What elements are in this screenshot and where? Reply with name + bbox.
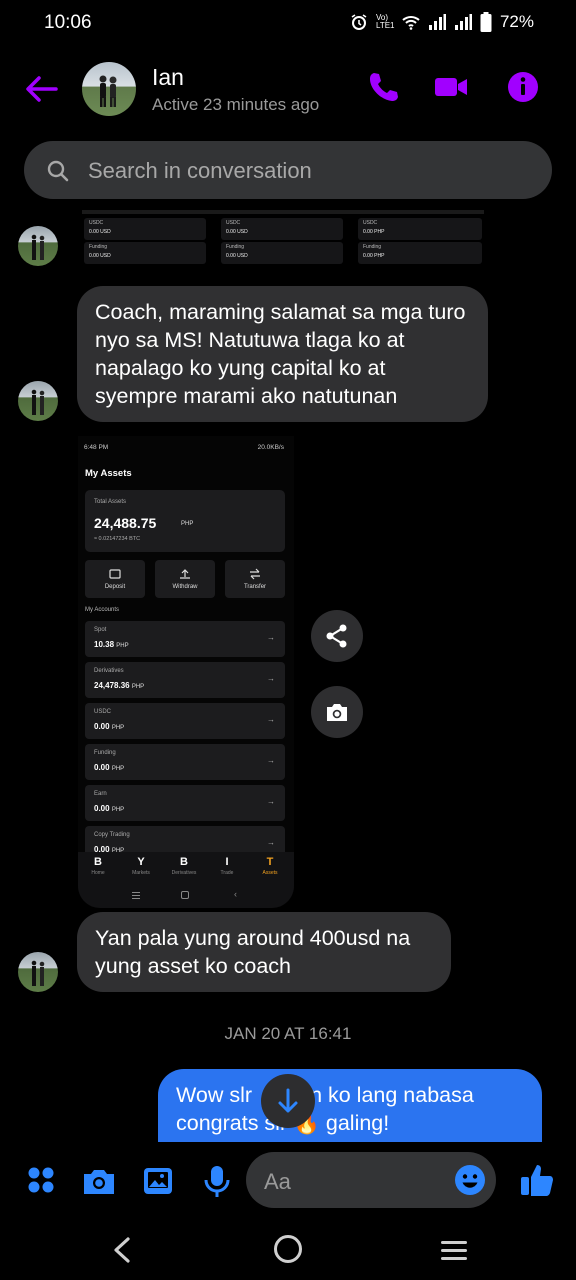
contact-name[interactable]: Ian: [152, 64, 184, 91]
share-icon: [326, 624, 347, 648]
ps-total-btc: ≈ 0.02147234 BTC: [94, 536, 141, 542]
status-icons: Vo) LTE1 72%: [350, 12, 534, 32]
avatar-people-icon: [31, 389, 45, 415]
ps-system-nav: ‹: [78, 884, 294, 908]
ps-account-row: Funding 0.00 PHP →: [85, 744, 285, 780]
avatar-people-icon: [31, 960, 45, 986]
message-input-placeholder: Aa: [264, 1169, 291, 1194]
ps-withdraw: Withdraw: [155, 560, 215, 598]
ps-title: My Assets: [85, 468, 132, 479]
ps-accounts-header: My Accounts: [85, 607, 120, 613]
mini-card-usdc-3: USDC 0.00 PHP: [358, 218, 482, 240]
mini-card-funding-2: Funding 0.00 USD: [221, 242, 343, 264]
wallet-icon: [109, 569, 121, 579]
ps-status-time: 6:48 PM: [84, 444, 109, 451]
mini-card-usdc-2: USDC 0.00 USD: [221, 218, 343, 240]
avatar: [18, 381, 58, 421]
share-button[interactable]: [311, 610, 363, 662]
like-thumbs-up-icon[interactable]: [518, 1160, 556, 1198]
microphone-icon[interactable]: [200, 1164, 234, 1198]
ps-total-card: Total Assets 24,488.75 PHP ≈ 0.02147234 …: [85, 490, 285, 552]
scroll-to-bottom-button[interactable]: [261, 1074, 315, 1128]
ps-account-row: Derivatives 24,478.36 PHP →: [85, 662, 285, 698]
signal-icon: [428, 14, 446, 30]
contact-active-status: Active 23 minutes ago: [152, 95, 320, 114]
info-icon[interactable]: [506, 70, 540, 104]
camera-icon[interactable]: [82, 1164, 116, 1198]
mini-card-usdc-1: USDC 0.00 USD: [84, 218, 206, 240]
mini-card-funding-1: Funding 0.00 USD: [84, 242, 206, 264]
system-back-icon[interactable]: [110, 1236, 134, 1264]
arrow-down-icon: [278, 1088, 298, 1113]
ps-account-row: USDC 0.00 PHP →: [85, 703, 285, 739]
ps-transfer: Transfer: [225, 560, 285, 598]
message-timestamp: JAN 20 AT 16:41: [224, 1024, 352, 1043]
apps-grid-icon[interactable]: [26, 1164, 60, 1198]
message-bubble-incoming[interactable]: Coach, maraming salamat sa mga turo nyo …: [77, 286, 488, 422]
gallery-icon[interactable]: [141, 1164, 175, 1198]
avatar: [18, 226, 58, 266]
contact-avatar[interactable]: [82, 62, 136, 116]
avatar-people-icon: [99, 75, 117, 107]
avatar: [18, 952, 58, 992]
network-label: Vo) LTE1: [375, 13, 395, 30]
battery-percent: 72%: [499, 12, 534, 31]
ps-total-value: 24,488.75: [94, 515, 157, 531]
upload-icon: [180, 569, 190, 579]
message-bubble-incoming[interactable]: Yan pala yung around 400usd na yung asse…: [77, 912, 451, 992]
alarm-icon: [351, 14, 367, 30]
shared-screenshot-image[interactable]: 6:48 PM 20.0KB/s My Assets Total Assets …: [78, 436, 294, 908]
status-time: 10:06: [44, 12, 92, 33]
search-input[interactable]: Search in conversation: [88, 158, 312, 184]
ps-status-speed: 20.0KB/s: [257, 444, 284, 451]
wifi-icon: [402, 16, 420, 30]
signal-icon-2: [454, 14, 472, 30]
ps-account-row: Spot 10.38 PHP →: [85, 621, 285, 657]
search-icon: [47, 160, 69, 182]
battery-icon: [480, 12, 492, 32]
ps-bottom-nav: B Home Y Markets B Derivatives I Trade T Asse…: [78, 852, 294, 884]
save-image-button[interactable]: [311, 686, 363, 738]
camera-icon: [327, 704, 347, 721]
phone-call-icon[interactable]: [366, 70, 400, 104]
system-home-button[interactable]: [274, 1235, 302, 1263]
system-recents-icon[interactable]: [440, 1240, 468, 1262]
emoji-icon[interactable]: [454, 1164, 486, 1196]
avatar-people-icon: [31, 234, 45, 260]
ps-account-row: Earn 0.00 PHP →: [85, 785, 285, 821]
back-arrow-icon[interactable]: [22, 70, 60, 108]
transfer-icon: [250, 568, 260, 580]
ps-deposit: Deposit: [85, 560, 145, 598]
message-bubble-outgoing[interactable]: Wow slr n ko lang nabasa congrats sir 🔥 g…: [158, 1069, 542, 1142]
mini-card-funding-3: Funding 0.00 PHP: [358, 242, 482, 264]
ps-total-label: Total Assets: [94, 499, 127, 505]
ps-total-currency: PHP: [181, 521, 194, 527]
video-call-icon[interactable]: [434, 70, 468, 104]
